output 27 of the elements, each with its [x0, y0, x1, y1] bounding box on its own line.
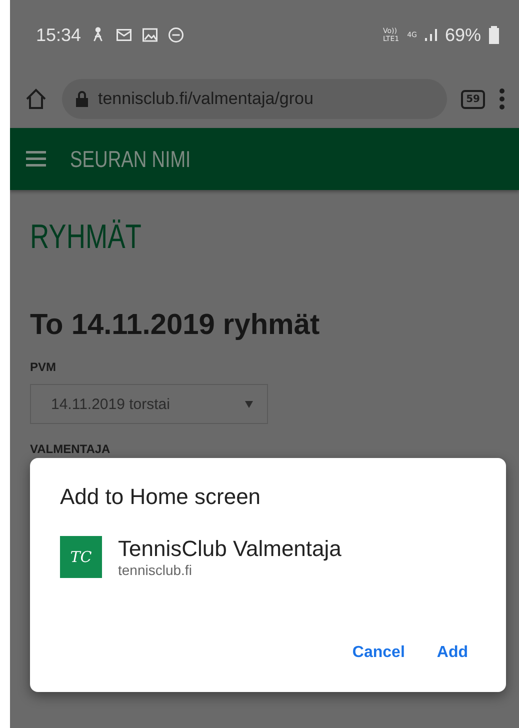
field-label: PVM: [30, 360, 56, 374]
address-bar[interactable]: tennisclub.fi/valmentaja/grou: [62, 79, 448, 119]
do-not-disturb-icon: [167, 26, 186, 44]
section-heading: To 14.11.2019 ryhmät: [30, 309, 320, 342]
field-label: VALMENTAJA: [30, 442, 110, 456]
page-heading: RYHMÄT: [30, 218, 142, 257]
dialog-title: Add to Home screen: [60, 484, 262, 510]
url-text: tennisclub.fi/valmentaja/grou: [98, 89, 314, 109]
signal-icon: [424, 29, 437, 41]
add-button[interactable]: Add: [428, 638, 476, 668]
app-name: TennisClub Valmentaja: [118, 536, 342, 562]
image-icon: [141, 26, 160, 44]
menu-icon[interactable]: [26, 151, 46, 167]
cancel-button[interactable]: Cancel: [344, 638, 413, 668]
home-icon[interactable]: [24, 87, 48, 111]
app-domain: tennisclub.fi: [118, 562, 193, 578]
date-select[interactable]: 14.11.2019 torstai: [30, 384, 268, 424]
mail-icon: [115, 26, 134, 44]
club-name: SEURAN NIMI: [70, 146, 191, 172]
menu-icon[interactable]: [499, 88, 505, 110]
battery-percent: 69%: [444, 24, 481, 46]
caret-icon: [245, 400, 253, 408]
lock-icon: [76, 91, 88, 107]
battery-icon: [489, 26, 499, 44]
status-time: 15:34: [36, 24, 82, 46]
app-icon: TC: [60, 536, 102, 578]
tab-count[interactable]: 59: [461, 90, 485, 108]
